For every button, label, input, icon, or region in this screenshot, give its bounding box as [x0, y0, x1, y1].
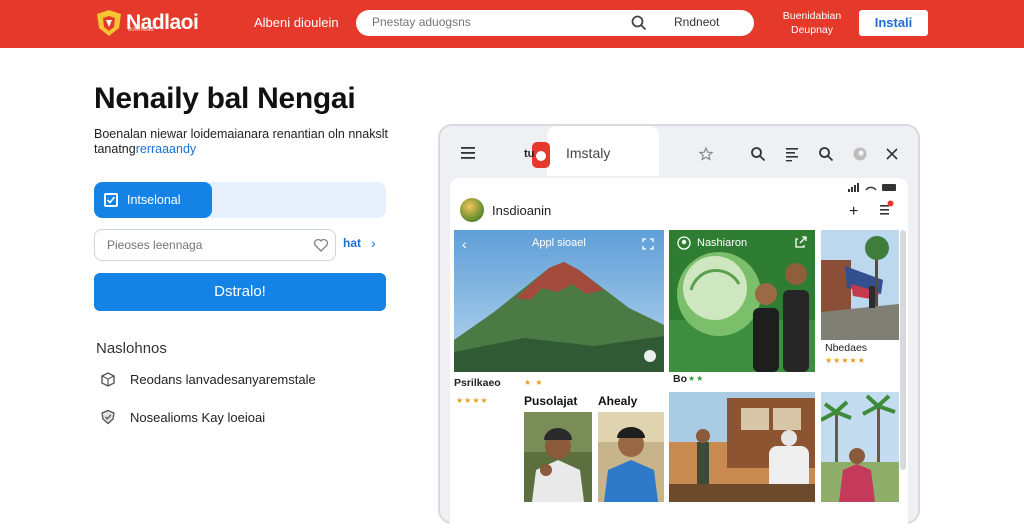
install-button[interactable]: Instali — [859, 10, 928, 36]
menu-icon[interactable] — [460, 146, 476, 160]
rating-stars: ★★★★ — [456, 396, 489, 405]
nav-link[interactable]: Albeni dioulein — [254, 15, 339, 30]
search-icon[interactable] — [750, 146, 766, 162]
name-input[interactable] — [107, 238, 307, 252]
heart-icon[interactable] — [313, 237, 329, 253]
plus-icon[interactable]: + — [849, 203, 858, 221]
expand-icon[interactable] — [795, 236, 807, 248]
search-button[interactable]: Rndneot — [674, 15, 719, 29]
checkbox-icon[interactable] — [104, 193, 118, 207]
close-icon[interactable] — [884, 146, 900, 162]
card-label: Nashiaron — [697, 237, 748, 249]
feature-item: Nosealioms Kay loeioai — [100, 409, 265, 425]
column-heading: Pusolajat — [524, 394, 578, 408]
featured-card-mountain[interactable]: ‹ Appl sioael — [454, 230, 664, 372]
thumbnail-card[interactable] — [821, 392, 899, 502]
profile-icon — [677, 236, 691, 250]
featured-card-sport[interactable]: Nashiaron — [669, 230, 815, 372]
option-label: Intselonal — [127, 193, 181, 207]
rating-stars: ★★ — [688, 374, 705, 383]
subtitle-line: Boenalan niewar loidemaianara renantian … — [94, 127, 388, 141]
section-title: Naslohnos — [96, 340, 167, 357]
app-badge-text: tu — [524, 148, 535, 160]
app-screen: Insdioanin + ‹ Appl sioael Nashiaron Psr… — [450, 178, 908, 528]
subtitle-accent: rerraaandy — [135, 142, 197, 156]
device-mockup: tu Imstaly Insdioanin + ‹ Appl sioael Na… — [438, 124, 920, 528]
search-bar[interactable]: Rndneot — [356, 10, 754, 36]
chevron-left-icon[interactable]: ‹ — [462, 236, 467, 252]
feature-label: Nosealioms Kay loeioai — [130, 409, 266, 425]
feature-label: Reodans lanvadesanyaremstale — [130, 371, 316, 387]
logo[interactable]: Nadlaoi — [94, 8, 199, 38]
page-subtitle: Boenalan niewar loidemaianara renantian … — [94, 127, 394, 157]
page-title: Nenaily bal Nengai — [94, 82, 356, 115]
header-menu-line1: Buenidabian — [782, 10, 842, 22]
tab-label[interactable]: Imstaly — [566, 145, 610, 161]
card-caption: Nbedaes — [825, 342, 868, 354]
thumbnail-card[interactable] — [524, 412, 592, 502]
app-name: Insdioanin — [492, 203, 552, 218]
star-icon[interactable] — [698, 146, 714, 162]
card-label: Appl sioael — [532, 237, 586, 249]
rating-stars: ★★★★★ — [825, 356, 866, 365]
notification-icon[interactable] — [878, 200, 894, 218]
search-input[interactable] — [372, 15, 622, 29]
column-heading: Ahealy — [598, 394, 638, 408]
thumbnail-card[interactable] — [598, 412, 664, 502]
package-icon — [101, 372, 115, 387]
list-icon[interactable] — [784, 146, 800, 162]
card-caption: Psrilkaeo — [454, 377, 501, 389]
top-bar: Nadlaoi download Albeni dioulein Rndneot… — [0, 0, 1024, 48]
logo-subtitle: download — [128, 27, 154, 33]
record-icon[interactable] — [852, 146, 868, 162]
thumbnail-card[interactable] — [669, 392, 815, 502]
status-bar-icons — [848, 183, 896, 192]
logo-icon — [97, 10, 121, 36]
expand-icon[interactable] — [642, 238, 654, 250]
search-icon[interactable] — [818, 146, 834, 162]
avatar[interactable] — [460, 198, 484, 222]
header-menu-link[interactable]: Buenidabian Deupnay — [782, 9, 842, 37]
option-bar: Intselonal — [94, 182, 386, 218]
scrollbar[interactable] — [900, 230, 906, 470]
shield-icon — [101, 409, 115, 425]
chevron-right-icon[interactable]: › — [371, 235, 376, 251]
app-badge-icon[interactable]: tu — [524, 142, 552, 168]
subtitle-plain: tanatng — [94, 142, 136, 156]
search-icon[interactable] — [630, 14, 648, 32]
header-menu-line2: Deupnay — [790, 24, 834, 36]
rating-stars: ★ ★ — [524, 378, 544, 387]
featured-card-village[interactable] — [821, 230, 899, 340]
download-button[interactable]: Dstralo! — [94, 273, 386, 311]
card-caption: Bo — [673, 373, 687, 385]
side-link[interactable]: hat — [343, 236, 361, 250]
option-toggle[interactable]: Intselonal — [94, 182, 212, 218]
feature-item: Reodans lanvadesanyaremstale — [100, 371, 316, 387]
text-field[interactable] — [94, 229, 336, 261]
